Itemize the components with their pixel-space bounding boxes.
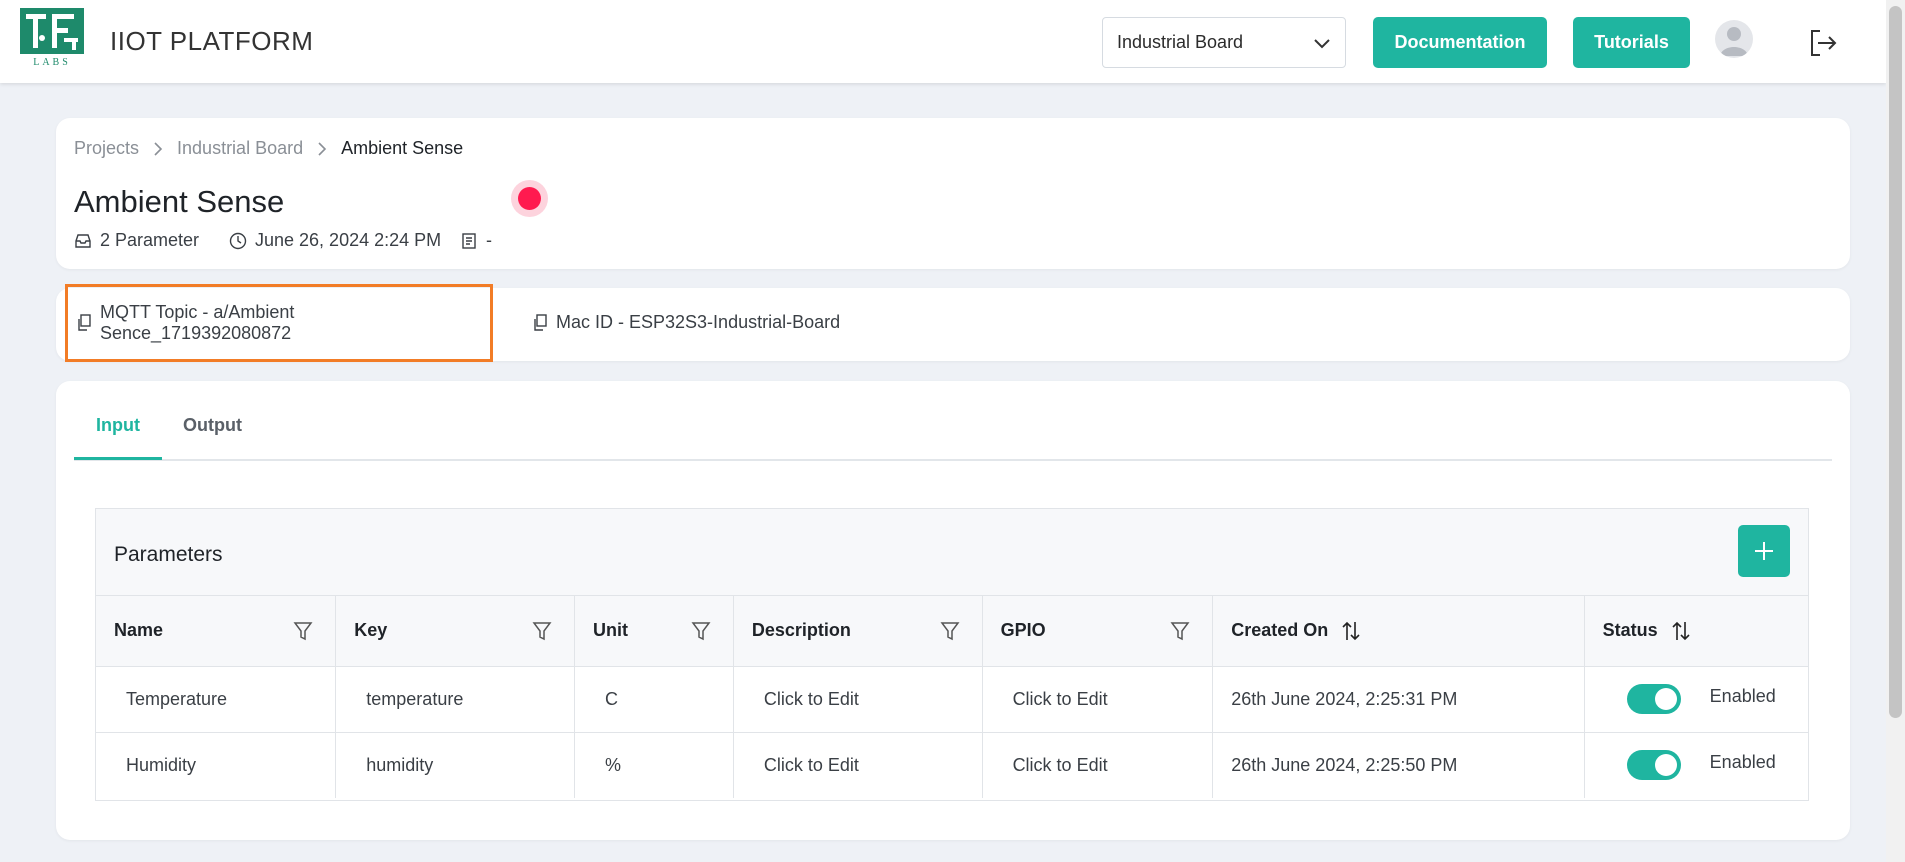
filter-icon[interactable] xyxy=(940,620,960,642)
cell-description[interactable]: Click to Edit xyxy=(733,666,983,733)
project-description: - xyxy=(460,230,492,251)
mac-id-text: Mac ID - ESP32S3-Industrial-Board xyxy=(556,312,841,332)
inbox-icon xyxy=(75,233,91,248)
cell-unit: % xyxy=(574,732,734,798)
cell-gpio[interactable]: Click to Edit xyxy=(982,732,1214,798)
filter-icon[interactable] xyxy=(691,620,711,642)
breadcrumb-industrial-board[interactable]: Industrial Board xyxy=(177,138,303,159)
copy-icon[interactable] xyxy=(76,314,92,332)
active-tab-indicator xyxy=(74,457,162,460)
column-header-status[interactable]: Status xyxy=(1584,596,1808,667)
parameters-card: Input Output Parameters Name Key Unit De… xyxy=(56,381,1850,840)
breadcrumb-projects[interactable]: Projects xyxy=(74,138,139,159)
status-indicator xyxy=(511,180,548,217)
project-select[interactable]: Industrial Board xyxy=(1102,17,1346,68)
parameters-title: Parameters xyxy=(114,543,223,566)
cell-description[interactable]: Click to Edit xyxy=(733,732,983,798)
column-header-description: Description xyxy=(733,596,983,667)
cell-status: Enabled xyxy=(1584,732,1808,798)
breadcrumb: Projects Industrial Board Ambient Sense xyxy=(74,138,463,159)
tab-input[interactable]: Input xyxy=(96,415,140,436)
filter-icon[interactable] xyxy=(293,620,313,642)
document-icon xyxy=(462,232,476,249)
created-date: June 26, 2024 2:24 PM xyxy=(229,230,441,251)
cell-name: Humidity xyxy=(96,732,337,798)
column-header-gpio: GPIO xyxy=(982,596,1214,667)
sort-icon[interactable] xyxy=(1341,620,1361,642)
avatar-icon[interactable] xyxy=(1715,20,1753,58)
cell-created-on: 26th June 2024, 2:25:31 PM xyxy=(1212,666,1585,733)
parameters-header: Parameters xyxy=(96,509,1808,596)
column-header-unit: Unit xyxy=(574,596,734,667)
mqtt-topic-text: MQTT Topic - a/Ambient Sence_17193920808… xyxy=(99,302,295,343)
column-header-created-on[interactable]: Created On xyxy=(1212,596,1585,667)
tutorials-button[interactable]: Tutorials xyxy=(1573,17,1690,68)
svg-text:LABS: LABS xyxy=(33,57,71,66)
status-toggle[interactable] xyxy=(1626,750,1681,781)
breadcrumb-current: Ambient Sense xyxy=(341,138,464,158)
scrollbar[interactable] xyxy=(1886,0,1905,862)
filter-icon[interactable] xyxy=(1170,620,1190,642)
chevron-right-icon xyxy=(318,141,327,156)
page-title: Ambient Sense xyxy=(74,184,285,219)
logout-icon[interactable] xyxy=(1808,28,1838,58)
parameters-panel: Parameters Name Key Unit Description GPI… xyxy=(95,508,1809,801)
mqtt-topic[interactable]: MQTT Topic - a/Ambient Sence_17193920808… xyxy=(65,284,493,362)
logo-icon[interactable]: LABS xyxy=(20,8,84,68)
cell-key: humidity xyxy=(335,732,576,798)
chevron-down-icon xyxy=(1314,39,1330,49)
cell-name: Temperature xyxy=(96,666,337,733)
status-toggle[interactable] xyxy=(1626,684,1681,714)
cell-key: temperature xyxy=(335,666,576,733)
tab-output[interactable]: Output xyxy=(183,415,242,436)
column-header-key: Key xyxy=(335,596,576,667)
cell-gpio[interactable]: Click to Edit xyxy=(982,666,1214,733)
project-select-value: Industrial Board xyxy=(1117,32,1244,52)
project-info-card: Projects Industrial Board Ambient Sense … xyxy=(56,118,1850,269)
brand-title: IIOT PLATFORM xyxy=(110,26,314,56)
filter-icon[interactable] xyxy=(532,620,552,642)
tab-bar: Input Output xyxy=(74,405,1832,461)
column-header-name: Name xyxy=(96,596,337,667)
add-parameter-button[interactable] xyxy=(1738,525,1790,577)
cell-unit: C xyxy=(574,666,734,733)
parameter-count: 2 Parameter xyxy=(74,230,199,251)
copy-icon[interactable] xyxy=(532,313,548,332)
clock-icon xyxy=(229,232,247,249)
mac-id[interactable]: Mac ID - ESP32S3-Industrial-Board xyxy=(532,312,840,333)
topic-card: MQTT Topic - a/Ambient Sence_17193920808… xyxy=(56,284,1850,362)
plus-icon xyxy=(1755,542,1773,560)
cell-created-on: 26th June 2024, 2:25:50 PM xyxy=(1212,732,1585,798)
status-label: Enabled xyxy=(1709,751,1776,772)
status-label: Enabled xyxy=(1709,685,1776,706)
parameters-table: Name Key Unit Description GPIO Created O… xyxy=(96,596,1808,798)
table-row: Temperature temperature C Click to Edit … xyxy=(96,666,1808,733)
app-header: LABS IIOT PLATFORM Industrial Board Docu… xyxy=(0,0,1886,83)
scrollbar-thumb[interactable] xyxy=(1889,6,1902,718)
documentation-button[interactable]: Documentation xyxy=(1373,17,1547,68)
table-row: Humidity humidity % Click to Edit Click … xyxy=(96,732,1808,798)
cell-status: Enabled xyxy=(1584,666,1808,733)
chevron-right-icon xyxy=(154,141,163,156)
sort-icon[interactable] xyxy=(1671,620,1691,642)
